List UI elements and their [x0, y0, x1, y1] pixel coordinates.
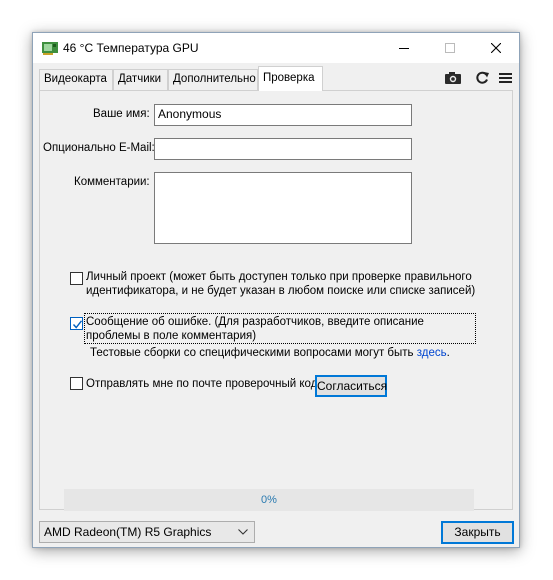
validation-panel: Ваше имя: Anonymous Опционально E-Mail: … — [39, 90, 513, 511]
tab-sensors[interactable]: Датчики — [113, 69, 168, 90]
private-project-checkbox[interactable] — [70, 272, 83, 285]
email-input[interactable] — [154, 138, 412, 160]
title-bar: 46 °C Температура GPU — [33, 33, 519, 63]
close-icon — [491, 43, 501, 53]
gpu-select-value: AMD Radeon(TM) R5 Graphics — [44, 525, 212, 539]
progress-bar: 0% — [64, 489, 474, 511]
comments-label: Комментарии: — [74, 176, 150, 188]
chevron-down-icon — [238, 529, 248, 535]
close-button[interactable]: Закрыть — [441, 521, 514, 544]
maximize-button[interactable] — [427, 33, 473, 63]
hamburger-menu-icon[interactable] — [497, 70, 515, 86]
minimize-icon — [399, 48, 409, 49]
gpu-card-icon — [42, 42, 58, 55]
tab-advanced[interactable]: Дополнительно — [168, 69, 258, 90]
email-me-label: Отправлять мне по почте проверочный код. — [86, 378, 321, 390]
test-builds-link[interactable]: здесь — [417, 347, 447, 359]
checkmark-icon — [72, 320, 83, 329]
close-window-button[interactable] — [473, 33, 519, 63]
refresh-icon[interactable] — [473, 70, 491, 86]
validation-window: 46 °C Температура GPU Видеокарта Датчики… — [32, 32, 520, 548]
camera-icon[interactable] — [444, 70, 462, 86]
comments-textarea[interactable] — [154, 172, 412, 244]
email-me-checkbox[interactable] — [70, 377, 83, 390]
tab-strip: Видеокарта Датчики Дополнительно Проверк… — [33, 63, 519, 91]
email-label: Опционально E-Mail: — [43, 142, 155, 154]
test-builds-note: Тестовые сборки со специфическими вопрос… — [90, 347, 450, 359]
name-input[interactable]: Anonymous — [154, 104, 412, 126]
minimize-button[interactable] — [381, 33, 427, 63]
name-label: Ваше имя: — [93, 108, 150, 120]
agree-button[interactable]: Согласиться — [315, 375, 387, 397]
maximize-icon — [445, 43, 455, 53]
test-builds-text: Тестовые сборки со специфическими вопрос… — [90, 347, 414, 359]
tab-validation[interactable]: Проверка — [258, 66, 323, 91]
test-builds-period: . — [446, 347, 450, 359]
progress-label: 0% — [261, 494, 277, 506]
tab-graphics-card[interactable]: Видеокарта — [39, 69, 113, 90]
gpu-select[interactable]: AMD Radeon(TM) R5 Graphics — [39, 521, 255, 543]
bug-report-checkbox[interactable] — [70, 317, 83, 330]
bug-report-label: Сообщение об ошибке. (Для разработчиков,… — [86, 316, 424, 342]
window-title: 46 °C Температура GPU — [63, 41, 199, 55]
private-project-label: Личный проект (может быть доступен тольк… — [86, 271, 476, 297]
